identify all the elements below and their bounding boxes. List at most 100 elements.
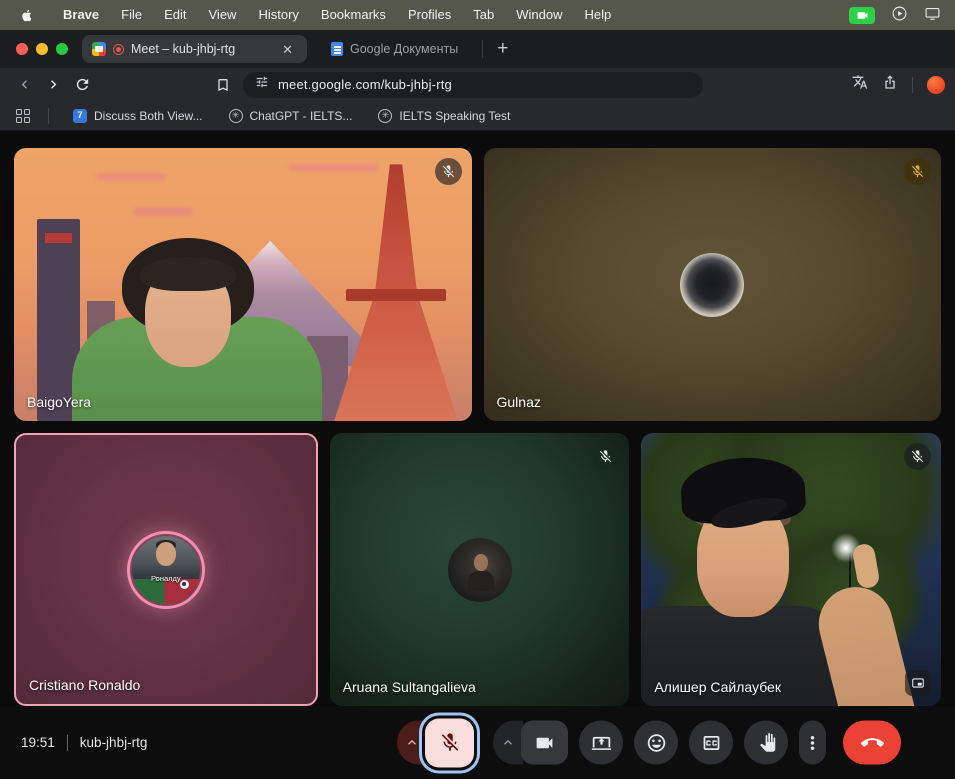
avatar-caption: Роналду <box>151 574 181 583</box>
bookmark-label: Discuss Both View... <box>94 109 203 123</box>
participant-tile-cristiano-ronaldo[interactable]: Роналду Cristiano Ronaldo <box>14 433 318 706</box>
bookmark-icon[interactable] <box>215 77 231 93</box>
tab-close-icon[interactable]: ✕ <box>278 41 297 58</box>
participant-name: Aruana Sultangalieva <box>343 679 476 695</box>
present-screen-button[interactable] <box>579 721 623 765</box>
clock-time: 19:51 <box>21 735 55 750</box>
camera-active-indicator-icon[interactable] <box>849 7 875 24</box>
browser-toolbar: meet.google.com/kub-jhbj-rtg <box>0 68 955 101</box>
participant-tile-gulnaz[interactable]: Gulnaz <box>484 148 942 421</box>
participant-tile-alisher[interactable]: Алишер Сайлаубек <box>641 433 941 706</box>
apple-logo-icon[interactable] <box>20 8 34 23</box>
mic-toggle-button-muted[interactable] <box>425 718 474 767</box>
mic-off-icon <box>439 732 461 754</box>
picture-in-picture-icon[interactable] <box>905 670 931 696</box>
menu-help[interactable]: Help <box>574 0 623 30</box>
toolbar-separator <box>912 77 913 93</box>
call-controls <box>397 718 901 767</box>
menu-edit[interactable]: Edit <box>153 0 197 30</box>
back-button[interactable] <box>10 74 39 95</box>
bookmark-label: IELTS Speaking Test <box>399 109 510 123</box>
tab-google-docs[interactable]: Google Документы <box>321 35 468 63</box>
tab-recording-indicator-icon <box>113 44 124 55</box>
minimize-window-button[interactable] <box>36 43 48 55</box>
url-text[interactable]: meet.google.com/kub-jhbj-rtg <box>278 77 452 92</box>
participant-video-person <box>140 257 236 291</box>
apps-grid-icon[interactable] <box>16 109 30 123</box>
menu-bookmarks[interactable]: Bookmarks <box>310 0 397 30</box>
menu-view[interactable]: View <box>198 0 248 30</box>
meeting-code: kub-jhbj-rtg <box>80 735 148 750</box>
tab-title: Google Документы <box>350 42 458 56</box>
reactions-button[interactable] <box>634 721 678 765</box>
fullscreen-window-button[interactable] <box>56 43 68 55</box>
mic-muted-icon <box>592 443 619 470</box>
meet-participant-grid: BaigoYera Gulnaz Роналду <box>0 131 955 706</box>
captions-button[interactable] <box>689 721 733 765</box>
tokyo-tower-deck-art <box>346 289 447 301</box>
menu-window[interactable]: Window <box>505 0 573 30</box>
camera-control-group <box>493 721 568 765</box>
window-controls <box>16 43 68 55</box>
openai-favicon-icon: ✳ <box>378 109 392 123</box>
avatar-speaking-ring: Роналду <box>127 531 205 609</box>
address-bar[interactable]: meet.google.com/kub-jhbj-rtg <box>243 72 703 98</box>
bookmarks-separator <box>48 108 49 124</box>
bookmarks-bar: 7 Discuss Both View... ✳ ChatGPT - IELTS… <box>0 101 955 131</box>
cloud-art <box>289 164 379 171</box>
present-screen-icon <box>591 732 612 753</box>
participant-name: Gulnaz <box>497 394 541 410</box>
bookmark-discuss[interactable]: 7 Discuss Both View... <box>63 106 213 126</box>
mic-muted-icon <box>904 443 931 470</box>
share-icon[interactable] <box>882 74 898 95</box>
brave-rewards-icon[interactable] <box>927 76 945 94</box>
avatar <box>680 253 744 317</box>
reload-button[interactable] <box>68 74 97 95</box>
bookmark-favicon-icon: 7 <box>73 109 87 123</box>
meet-control-bar: 19:51 kub-jhbj-rtg <box>0 706 955 779</box>
info-separator <box>67 735 68 751</box>
end-call-button[interactable] <box>843 721 901 765</box>
site-settings-icon[interactable] <box>255 75 269 94</box>
meeting-info: 19:51 kub-jhbj-rtg <box>0 735 147 751</box>
screen-record-status-icon[interactable] <box>891 5 908 25</box>
participant-name: Алишер Сайлаубек <box>654 679 781 695</box>
menu-profiles[interactable]: Profiles <box>397 0 462 30</box>
cloud-art <box>96 173 166 180</box>
more-vert-icon <box>802 732 823 753</box>
close-window-button[interactable] <box>16 43 28 55</box>
camera-options-chevron-icon[interactable] <box>493 721 523 765</box>
menu-file[interactable]: File <box>110 0 153 30</box>
avatar: Роналду <box>132 536 200 604</box>
tab-meet[interactable]: Meet – kub-jhbj-rtg ✕ <box>82 35 307 63</box>
avatar <box>448 538 512 602</box>
new-tab-button[interactable]: + <box>483 38 522 60</box>
bookmark-label: ChatGPT - IELTS... <box>250 109 353 123</box>
mic-muted-icon <box>435 158 462 185</box>
participant-tile-aruana[interactable]: Aruana Sultangalieva <box>330 433 630 706</box>
camera-toggle-button[interactable] <box>521 721 568 765</box>
participant-name: Cristiano Ronaldo <box>29 677 140 693</box>
screen: Brave File Edit View History Bookmarks P… <box>0 0 955 779</box>
menu-tab[interactable]: Tab <box>462 0 505 30</box>
hand-icon <box>756 732 777 753</box>
openai-favicon-icon: ✳ <box>229 109 243 123</box>
more-options-button[interactable] <box>799 721 826 765</box>
display-status-icon[interactable] <box>924 5 941 25</box>
meet-favicon-icon <box>92 42 106 56</box>
raise-hand-button[interactable] <box>744 721 788 765</box>
videocam-icon <box>534 732 555 753</box>
bookmark-ielts-speaking[interactable]: ✳ IELTS Speaking Test <box>368 106 520 126</box>
menu-brave[interactable]: Brave <box>52 0 110 30</box>
mic-control-group <box>397 718 474 767</box>
forward-button[interactable] <box>39 74 68 95</box>
google-docs-favicon-icon <box>331 42 343 56</box>
participant-name: BaigoYera <box>27 394 91 410</box>
participant-tile-baigoyera[interactable]: BaigoYera <box>14 148 472 421</box>
mic-muted-icon <box>904 158 931 185</box>
translate-icon[interactable] <box>852 74 868 95</box>
cloud-art <box>133 208 193 215</box>
mic-options-chevron-icon[interactable] <box>397 721 427 765</box>
menu-history[interactable]: History <box>247 0 309 30</box>
bookmark-chatgpt[interactable]: ✳ ChatGPT - IELTS... <box>219 106 363 126</box>
